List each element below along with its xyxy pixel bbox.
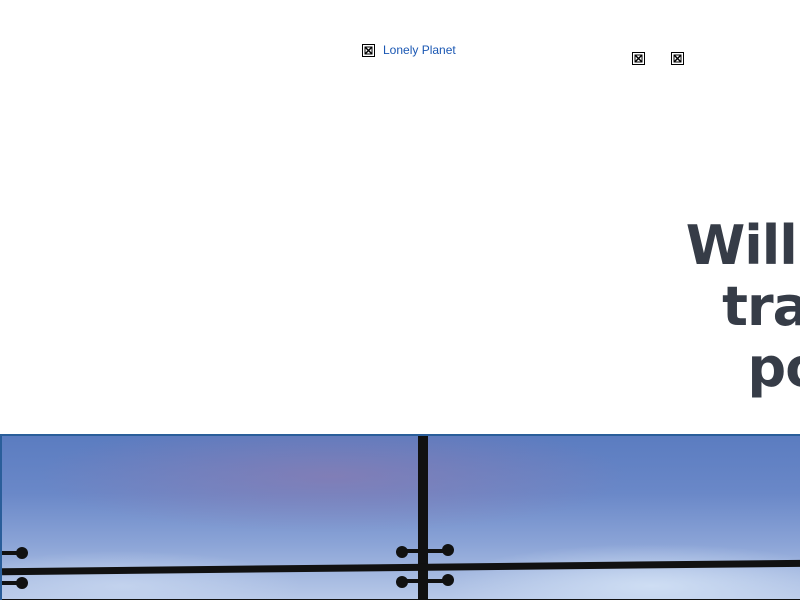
broken-image-icon[interactable] xyxy=(671,52,684,65)
headline-line: pos xyxy=(747,336,800,399)
logo-alt-text[interactable]: Lonely Planet xyxy=(383,43,456,57)
lonely-planet-logo-link[interactable]: Lonely Planet xyxy=(362,42,456,58)
hero-image xyxy=(0,434,800,600)
article-headline: Will sus trave pos xyxy=(560,215,800,398)
broken-image-icon[interactable] xyxy=(632,52,645,65)
glass-railing-graphic xyxy=(2,436,800,600)
broken-image-icon xyxy=(362,43,375,57)
headline-line: trave xyxy=(722,275,800,338)
headline-line: Will sus xyxy=(685,214,800,277)
page: Lonely Planet Will sus trave pos xyxy=(0,0,800,600)
